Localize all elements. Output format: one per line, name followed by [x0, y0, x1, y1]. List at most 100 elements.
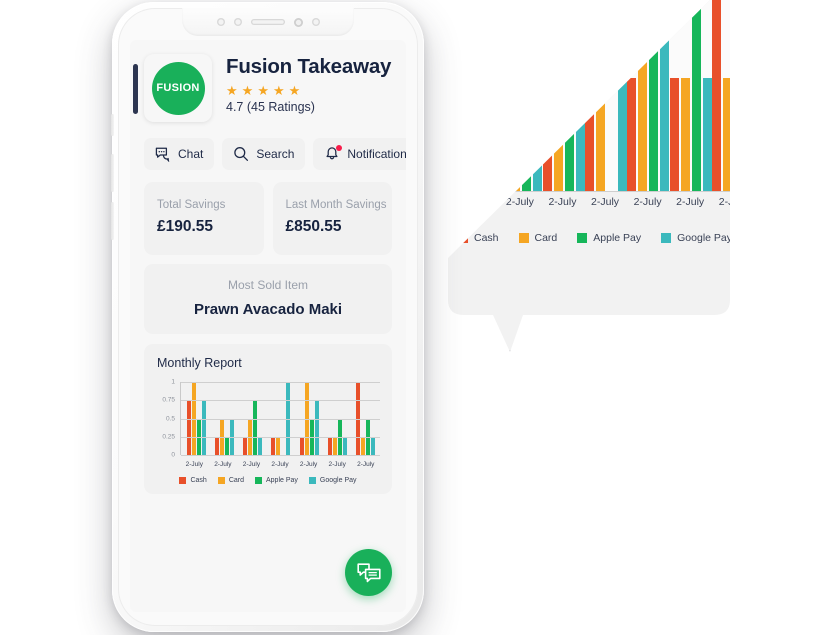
- chart-bar-apple-pay: [253, 400, 258, 455]
- savings-cards-row: Total Savings £190.55 Last Month Savings £8…: [130, 170, 406, 255]
- savings-card-value: £850.55: [285, 218, 342, 235]
- magnified-bar-cash: [543, 78, 552, 191]
- action-button-notification[interactable]: Notification: [313, 138, 406, 170]
- action-button-label: Chat: [178, 147, 204, 161]
- chart-legend-item[interactable]: Apple Pay: [255, 477, 298, 484]
- magnified-bar-cash: [627, 78, 636, 191]
- earpiece-speaker-icon: [250, 19, 285, 25]
- chart-x-tick-label: 2-July: [328, 461, 346, 468]
- chart-x-tick-label: 2-July: [271, 461, 289, 468]
- chart-legend-item[interactable]: Cash: [179, 477, 207, 484]
- chart-x-axis-labels: 2-July 2-July 2-July 2-July 2-July 2-July 2-Ju…: [180, 461, 380, 468]
- magnified-bar-apple-pay: [565, 0, 574, 191]
- magnified-bar-groups: [458, 0, 730, 191]
- chart-gridline: [181, 400, 380, 402]
- chart-y-tick-label: 0.25: [162, 433, 175, 441]
- star-icon: ★: [288, 82, 301, 98]
- phone-volume-down-button[interactable]: [111, 202, 114, 240]
- logo-text: FUSION: [156, 82, 200, 94]
- chart-bar-card: [333, 436, 338, 455]
- magnified-bar-group: [669, 0, 711, 191]
- magnified-bar-google-pay: [660, 0, 669, 191]
- magnified-bar-group: [543, 0, 585, 191]
- magnified-bar-group: [458, 0, 500, 191]
- magnified-bar-group: [712, 0, 730, 191]
- magnified-x-tick-label: 2-July: [718, 196, 729, 208]
- action-button-chat[interactable]: Chat: [144, 138, 215, 170]
- savings-card[interactable]: Total Savings £190.55: [144, 182, 264, 255]
- phone-volume-up-button[interactable]: [111, 154, 114, 192]
- chart-bar-google-pay: [371, 436, 376, 455]
- magnified-bar-apple-pay: [649, 0, 658, 191]
- chart-y-tick-label: 0: [171, 451, 175, 459]
- magnified-bar-apple-pay: [692, 0, 701, 191]
- magnified-legend-label: Apple Pay: [593, 232, 642, 244]
- magnified-bar-card: [511, 0, 520, 191]
- chart-bar-card: [361, 436, 366, 455]
- chat-fab-button[interactable]: [345, 549, 392, 596]
- chart-x-tick-label: 2-July: [299, 461, 318, 468]
- magnified-bar-google-pay: [576, 78, 585, 191]
- magnified-bar-google-pay: [618, 0, 627, 191]
- chat-bubble-icon: [155, 147, 170, 162]
- magnified-bar-card: [681, 78, 690, 191]
- front-camera-icon: [293, 17, 303, 27]
- magnified-chart: 0 2-July2-July2-July2-July2-July2-July2-…: [448, 0, 730, 240]
- chart-bar-google-pay: [201, 400, 206, 455]
- chart-gridline: [181, 382, 380, 383]
- magnified-legend-item: Card: [519, 232, 558, 244]
- magnified-legend-item: Cash: [458, 232, 499, 244]
- chart-legend: Cash Card Apple Pay Google Pay: [154, 477, 382, 484]
- sensor-dot-icon: [233, 18, 242, 26]
- chart-legend-item[interactable]: Google Pay: [308, 477, 357, 484]
- most-sold-row: Most Sold Item Prawn Avacado Maki: [130, 255, 406, 334]
- action-button-label: Search: [256, 147, 295, 161]
- magnified-x-tick-label: 2-July: [505, 196, 534, 208]
- chart-bar-cash: [271, 436, 276, 455]
- most-sold-value: Prawn Avacado Maki: [193, 301, 343, 318]
- magnified-bar-card: [723, 78, 730, 191]
- action-button-search[interactable]: Search: [222, 138, 306, 170]
- chart-zoom-callout: 0 2-July2-July2-July2-July2-July2-July2-…: [430, 0, 730, 365]
- phone-notch: [182, 8, 354, 36]
- action-icon-wrap: [233, 146, 249, 162]
- magnified-legend-item: Google Pay: [661, 232, 730, 244]
- chart-bar-cash: [328, 436, 333, 455]
- chart-legend-swatch: [179, 477, 187, 484]
- phone-mute-switch[interactable]: [111, 114, 114, 136]
- page-title: Fusion Takeaway: [226, 55, 392, 78]
- magnified-legend-swatch: [519, 233, 529, 243]
- monthly-report-card: Monthly Report 0 0.25 0.5 0.75 1 2-July 2-Jul…: [144, 344, 392, 494]
- magnified-bar-card: [596, 78, 605, 191]
- chart-legend-item[interactable]: Card: [217, 477, 244, 484]
- magnified-bar-google-pay: [491, 0, 500, 191]
- notification-badge-dot: [336, 145, 343, 151]
- magnified-bar-card: [554, 0, 563, 191]
- restaurant-logo-tile: FUSION: [144, 54, 212, 122]
- magnified-bar-apple-pay: [522, 78, 531, 191]
- action-icon-wrap: [324, 145, 343, 162]
- magnified-bar-group: [585, 0, 627, 191]
- magnified-bar-group: [627, 0, 669, 191]
- savings-card-label: Last Month Savings: [285, 199, 387, 211]
- scrollbar[interactable]: [133, 64, 138, 114]
- magnified-bar-cash: [585, 78, 594, 191]
- magnified-x-tick-label: 2-July: [633, 196, 662, 208]
- chart-bar-cash: [214, 436, 219, 455]
- app-content: FUSION Fusion Takeaway ★ ★ ★ ★ ★ 4.7 (45 Rat…: [130, 40, 406, 564]
- most-sold-card[interactable]: Most Sold Item Prawn Avacado Maki: [144, 264, 392, 334]
- magnified-bar-cash: [712, 0, 721, 191]
- magnified-x-tick-label: 2-July: [591, 196, 620, 208]
- phone-mockup: FUSION Fusion Takeaway ★ ★ ★ ★ ★ 4.7 (45 Rat…: [111, 2, 424, 632]
- chart-legend-label: Cash: [190, 477, 207, 484]
- magnified-bar-cash: [670, 78, 679, 191]
- savings-card[interactable]: Last Month Savings £850.55: [272, 182, 392, 255]
- chart-x-tick-label: 2-July: [214, 461, 232, 468]
- chart-gridline: [181, 418, 380, 420]
- magnified-bar-group: [500, 0, 542, 191]
- chart-bar-cash: [299, 436, 304, 455]
- phone-screen: FUSION Fusion Takeaway ★ ★ ★ ★ ★ 4.7 (45 Rat…: [130, 40, 406, 612]
- chart-bar-google-pay: [343, 436, 348, 455]
- magnified-x-tick-label: 2-July: [676, 196, 705, 208]
- chart-y-tick-label: 1: [171, 378, 175, 386]
